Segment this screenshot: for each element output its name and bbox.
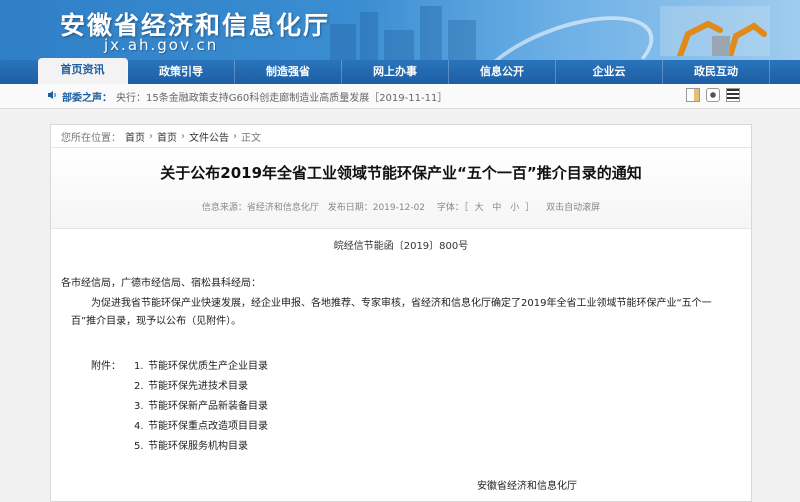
skyline-building — [330, 24, 356, 60]
attachment-item[interactable]: 5. 节能环保服务机构目录 — [91, 437, 268, 457]
meta-source: 信息来源：省经济和信息化厅 — [201, 203, 319, 213]
breadcrumb-current: 正文 — [241, 133, 261, 144]
skyline-building — [420, 6, 442, 60]
font-small-link[interactable]: 小 — [510, 203, 519, 213]
attachment-text[interactable]: 节能环保先进技术目录 — [148, 377, 248, 397]
meta-auto-scroll[interactable]: 双击自动滚屏 — [546, 203, 600, 213]
attachment-item[interactable]: 4. 节能环保重点改造项目目录 — [91, 417, 268, 437]
breadcrumb-home[interactable]: 首页 — [125, 129, 145, 144]
attachment-item[interactable]: 3. 节能环保新产品新装备目录 — [91, 397, 268, 417]
document-number: 皖经信节能函〔2019〕800号 — [333, 241, 469, 252]
breadcrumb-separator: › — [149, 131, 153, 142]
attachments-list: 附件： 1. 节能环保优质生产企业目录 2. 节能环保先进技术目录 3. 节能环… — [91, 357, 268, 457]
font-label: 字体：［ — [436, 203, 469, 213]
attachment-item[interactable]: 2. 节能环保先进技术目录 — [91, 377, 268, 397]
skyline-building — [360, 12, 378, 60]
nav-manufacturing[interactable]: 制造强省 — [235, 60, 342, 84]
site-domain: jx.ah.gov.cn — [104, 36, 219, 54]
nav-public-interaction[interactable]: 政民互动 — [663, 60, 770, 84]
body-paragraph: 为促进我省节能环保产业快速发展，经企业申报、各地推荐、专家审核，省经济和信息化厅… — [71, 298, 712, 327]
font-large-link[interactable]: 大 — [474, 203, 483, 213]
ticker-headline[interactable]: 央行：15条金融政策支持G60科创走廊制造业高质量发展［2019-11-11］ — [116, 89, 447, 104]
font-close: ］ — [525, 203, 535, 213]
news-ticker: 部委之声： 央行：15条金融政策支持G60科创走廊制造业高质量发展［2019-1… — [0, 84, 800, 109]
toolbar — [686, 88, 740, 102]
nav-online-service[interactable]: 网上办事 — [342, 60, 449, 84]
meta-font-size: 字体：［ 大 中 小 ］ — [434, 203, 537, 213]
nav-enterprise-cloud[interactable]: 企业云 — [556, 60, 663, 84]
attachment-number: 1. — [134, 361, 144, 372]
bookmark-icon[interactable] — [686, 88, 700, 102]
attachments-label: 附件： — [91, 361, 121, 372]
nav-info-disclosure[interactable]: 信息公开 — [449, 60, 556, 84]
breadcrumb: 您所在位置： 首页 › 首页 › 文件公告 › 正文 — [61, 129, 261, 144]
breadcrumb-separator: › — [233, 131, 237, 142]
article-meta: 信息来源：省经济和信息化厅 发布日期：2019-12-02 字体：［ 大 中 小 ］… — [51, 200, 751, 213]
article-panel: 您所在位置： 首页 › 首页 › 文件公告 › 正文 关于公布2019年全省工业… — [50, 124, 752, 502]
main-nav: 首页资讯 政策引导 制造强省 网上办事 信息公开 企业云 政民互动 — [0, 58, 800, 84]
film-icon[interactable] — [726, 88, 740, 102]
attachment-text[interactable]: 节能环保优质生产企业目录 — [148, 357, 268, 377]
camera-icon[interactable] — [706, 88, 720, 102]
attachment-number: 2. — [134, 381, 144, 392]
attachment-text[interactable]: 节能环保重点改造项目目录 — [148, 417, 268, 437]
skyline-building — [384, 30, 414, 60]
ticker-label: 部委之声： — [62, 93, 112, 104]
attachment-number: 4. — [134, 421, 144, 432]
breadcrumb-home-2[interactable]: 首页 — [157, 129, 177, 144]
robot-arm-icon — [660, 6, 770, 56]
meta-date: 发布日期：2019-12-02 — [327, 203, 426, 213]
skyline-building — [448, 20, 476, 60]
attachment-item[interactable]: 附件： 1. 节能环保优质生产企业目录 — [91, 357, 268, 377]
title-band: 关于公布2019年全省工业领域节能环保产业“五个一百”推介目录的通知 信息来源：… — [51, 147, 751, 229]
attachment-text[interactable]: 节能环保新产品新装备目录 — [148, 397, 268, 417]
breadcrumb-separator: › — [181, 131, 185, 142]
nav-policy[interactable]: 政策引导 — [128, 60, 235, 84]
bridge-arc — [462, 0, 666, 60]
breadcrumb-prefix: 您所在位置： — [61, 133, 121, 144]
salutation: 各市经信局，广德市经信局、宿松县科经局： — [61, 278, 261, 289]
article-title: 关于公布2019年全省工业领域节能环保产业“五个一百”推介目录的通知 — [160, 164, 642, 182]
nav-home-news[interactable]: 首页资讯 — [38, 58, 128, 84]
speaker-icon — [48, 91, 56, 99]
font-medium-link[interactable]: 中 — [492, 203, 501, 213]
breadcrumb-announcements[interactable]: 文件公告 — [189, 129, 229, 144]
signature: 安徽省经济和信息化厅 — [477, 481, 577, 492]
attachment-number: 5. — [134, 441, 144, 452]
attachment-number: 3. — [134, 401, 144, 412]
site-header: 安徽省经济和信息化厅 jx.ah.gov.cn — [0, 0, 800, 60]
attachment-text[interactable]: 节能环保服务机构目录 — [148, 437, 248, 457]
